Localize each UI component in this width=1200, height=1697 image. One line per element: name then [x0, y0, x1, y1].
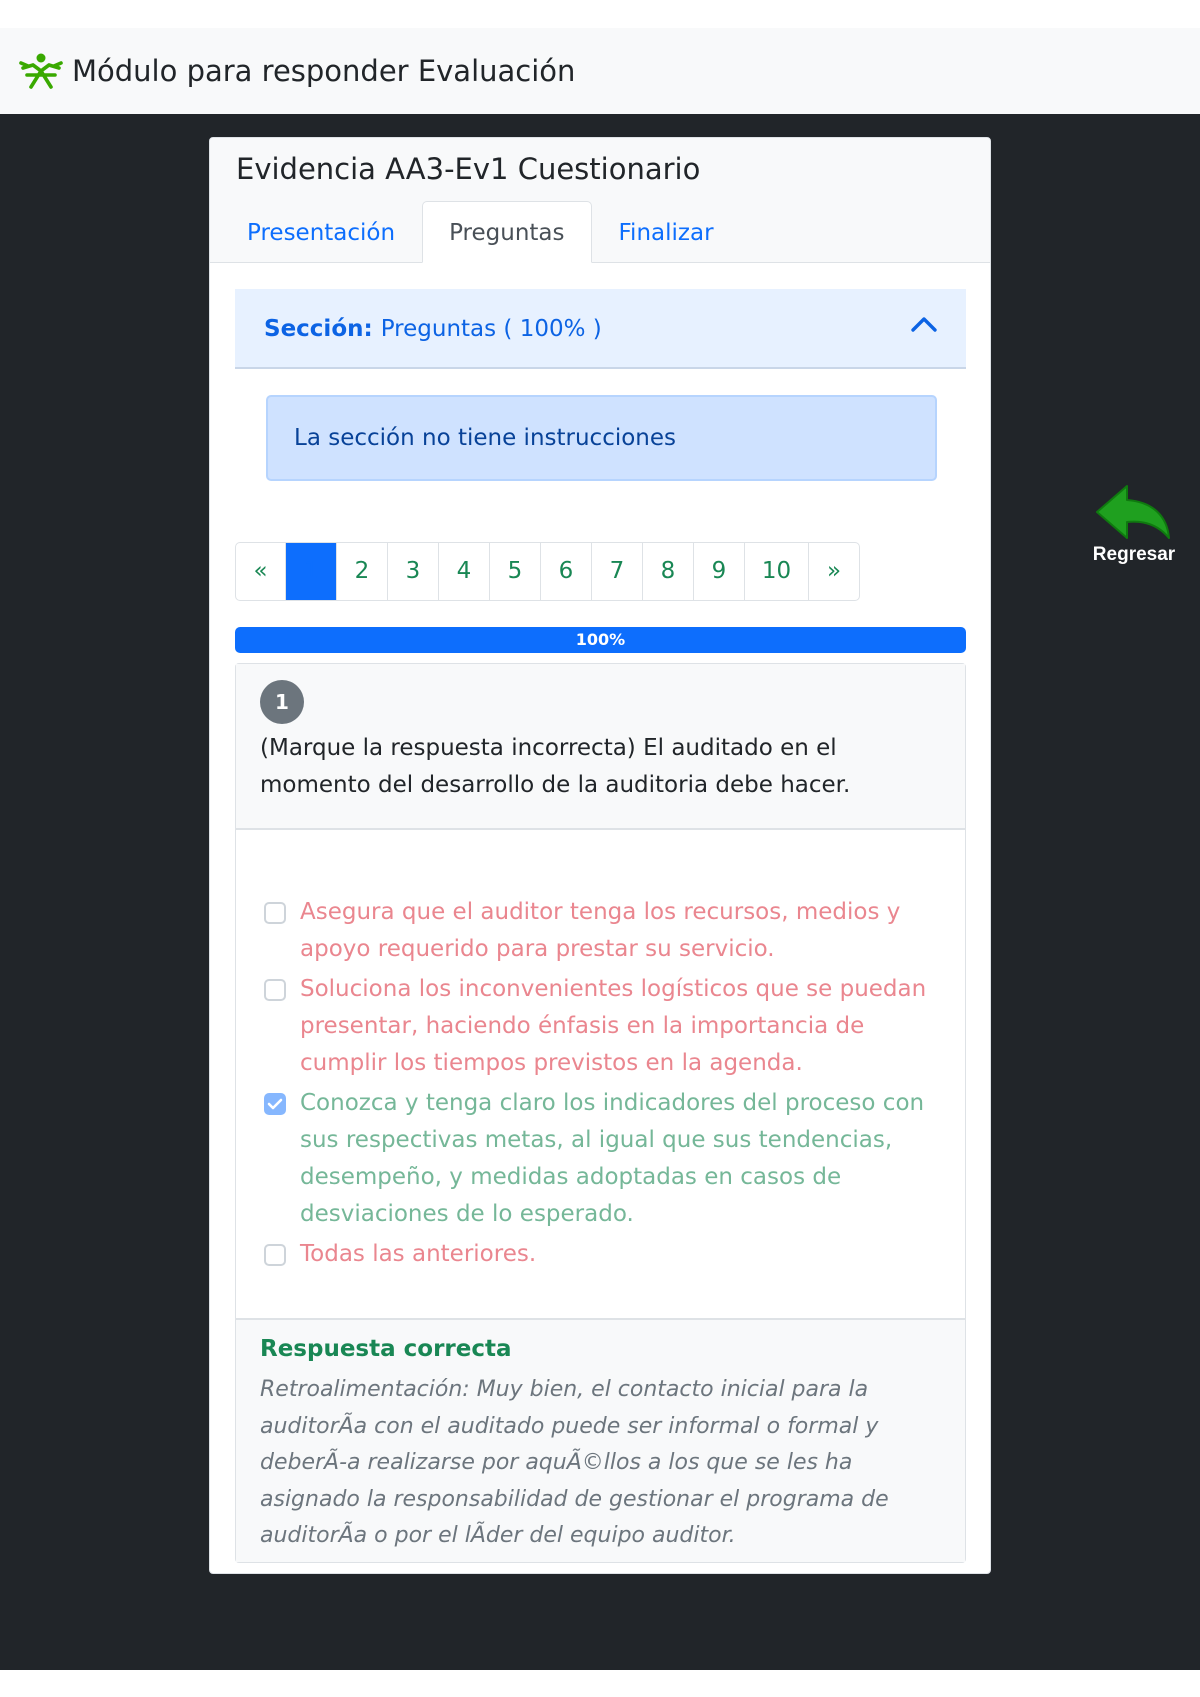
back-button[interactable]: Regresar [1082, 482, 1186, 572]
tab-bar: Presentación Preguntas Finalizar [220, 201, 741, 263]
page-8[interactable]: 8 [643, 543, 694, 600]
back-button-label: Regresar [1092, 544, 1176, 565]
answer-checkbox[interactable] [264, 1244, 286, 1266]
page-9[interactable]: 9 [694, 543, 745, 600]
card-header: Evidencia AA3-Ev1 Cuestionario Presentac… [210, 138, 990, 263]
sena-logo-icon [18, 48, 64, 94]
progress-bar: 100% [235, 627, 966, 653]
evaluation-card: Evidencia AA3-Ev1 Cuestionario Presentac… [209, 137, 991, 1574]
question-pagination: « 1 2 3 4 5 6 7 8 9 10 » [235, 542, 860, 601]
question-text: (Marque la respuesta incorrecta) El audi… [260, 735, 851, 798]
page-prev[interactable]: « [236, 543, 286, 600]
answer-option-text: Soluciona los inconvenientes logísticos … [300, 976, 927, 1076]
answer-option[interactable]: Conozca y tenga claro los indicadores de… [264, 1085, 944, 1233]
answer-option[interactable]: Asegura que el auditor tenga los recurso… [264, 894, 944, 968]
section-name: Preguntas ( 100% ) [380, 316, 602, 342]
section-instructions: La sección no tiene instrucciones [266, 395, 937, 481]
tab-finalizar[interactable]: Finalizar [592, 201, 741, 263]
section-label: Sección: [264, 316, 373, 342]
checkmark-icon [267, 1098, 283, 1110]
answer-checkbox[interactable] [264, 979, 286, 1001]
feedback-text: Retroalimentación: Muy bien, el contacto… [260, 1377, 889, 1548]
page-1[interactable]: 1 [286, 543, 337, 600]
reply-arrow-icon [1096, 485, 1170, 539]
answer-option[interactable]: Todas las anteriores. [264, 1236, 944, 1273]
page-4[interactable]: 4 [439, 543, 490, 600]
page-5[interactable]: 5 [490, 543, 541, 600]
answer-option-text: Conozca y tenga claro los indicadores de… [300, 1090, 925, 1227]
answer-option-text: Asegura que el auditor tenga los recurso… [300, 899, 901, 962]
chevron-up-icon [911, 317, 937, 332]
question-feedback: Respuesta correcta Retroalimentación: Mu… [236, 1318, 965, 1562]
tab-preguntas[interactable]: Preguntas [422, 201, 592, 263]
answer-option[interactable]: Soluciona los inconvenientes logísticos … [264, 971, 944, 1082]
page-6[interactable]: 6 [541, 543, 592, 600]
question-header: 1 (Marque la respuesta incorrecta) El au… [236, 664, 965, 830]
answer-options: Asegura que el auditor tenga los recurso… [264, 894, 944, 1276]
app-header: Módulo para responder Evaluación [0, 28, 1200, 114]
section-accordion-header[interactable]: Sección: Preguntas ( 100% ) [235, 289, 966, 369]
question-card: 1 (Marque la respuesta incorrecta) El au… [235, 663, 966, 1563]
card-title: Evidencia AA3-Ev1 Cuestionario [236, 152, 701, 186]
result-label: Respuesta correcta [260, 1336, 512, 1362]
page-3[interactable]: 3 [388, 543, 439, 600]
answer-option-text: Todas las anteriores. [300, 1241, 537, 1267]
page-title: Módulo para responder Evaluación [72, 54, 576, 88]
question-number-badge: 1 [260, 680, 304, 724]
tab-presentacion[interactable]: Presentación [220, 201, 422, 263]
page-10[interactable]: 10 [745, 543, 809, 600]
answer-checkbox-checked[interactable] [264, 1093, 286, 1115]
page-next[interactable]: » [809, 543, 859, 600]
page-2[interactable]: 2 [337, 543, 388, 600]
page-7[interactable]: 7 [592, 543, 643, 600]
answer-checkbox[interactable] [264, 902, 286, 924]
